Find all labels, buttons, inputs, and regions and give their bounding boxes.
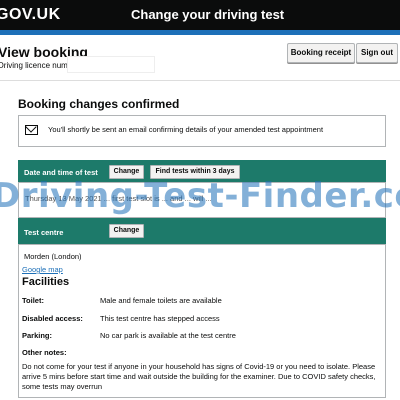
centre-name: Morden (London) bbox=[24, 252, 82, 261]
other-notes-text: Do not come for your test if anyone in y… bbox=[22, 362, 376, 391]
facility-value: This test centre has stepped access bbox=[100, 314, 220, 323]
facility-label: Disabled access: bbox=[22, 314, 83, 323]
date-section-header: Date and time of test Change Find tests … bbox=[18, 160, 386, 182]
facility-value: Male and female toilets are available bbox=[100, 296, 222, 305]
facilities-heading: Facilities bbox=[22, 276, 70, 288]
redacted-box bbox=[67, 56, 155, 73]
email-notice: You'll shortly be sent an email confirmi… bbox=[18, 115, 386, 147]
centre-section-label: Test centre bbox=[24, 228, 64, 237]
divider bbox=[0, 80, 400, 81]
change-centre-button[interactable]: Change bbox=[109, 224, 144, 238]
date-text: Thursday 13 May 2021 ... first test slot… bbox=[25, 194, 212, 203]
centre-section-header: Test centre Change bbox=[18, 218, 386, 244]
envelope-icon bbox=[25, 125, 38, 135]
google-map-link[interactable]: Google map bbox=[22, 265, 63, 274]
date-panel: Thursday 13 May 2021 ... first test slot… bbox=[18, 182, 386, 218]
govuk-logo[interactable]: GOV.UK bbox=[0, 6, 61, 24]
date-section-label: Date and time of test bbox=[24, 168, 98, 177]
find-tests-button[interactable]: Find tests within 3 days bbox=[150, 165, 240, 179]
facility-label: Toilet: bbox=[22, 296, 44, 305]
email-notice-text: You'll shortly be sent an email confirmi… bbox=[48, 125, 324, 134]
facility-label: Parking: bbox=[22, 331, 53, 340]
sign-out-button[interactable]: Sign out bbox=[356, 43, 398, 63]
confirmation-heading: Booking changes confirmed bbox=[18, 97, 180, 111]
change-date-button[interactable]: Change bbox=[109, 165, 144, 179]
booking-receipt-button[interactable]: Booking receipt bbox=[287, 43, 355, 63]
facility-value: No car park is available at the test cen… bbox=[100, 331, 236, 340]
header-accent-line bbox=[0, 30, 400, 35]
service-name[interactable]: Change your driving test bbox=[131, 7, 284, 22]
facility-label: Other notes: bbox=[22, 348, 67, 357]
header-bar: GOV.UK Change your driving test bbox=[0, 0, 400, 30]
